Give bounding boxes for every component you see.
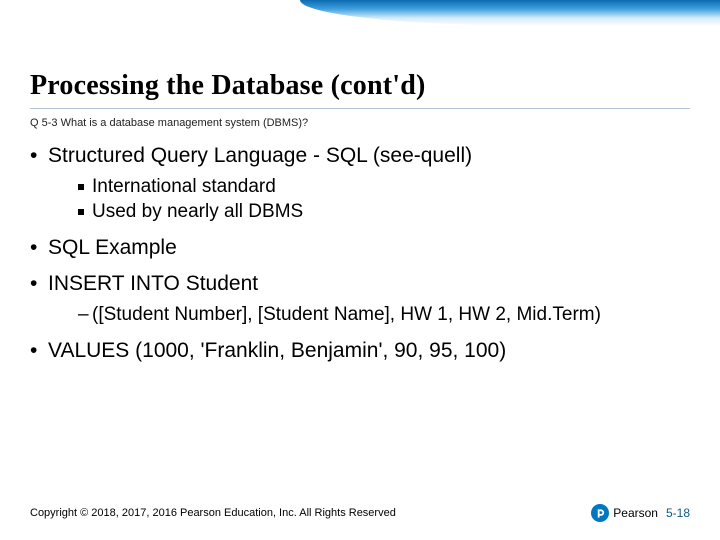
page-number: 5-18 bbox=[666, 506, 690, 520]
copyright-text: Copyright © 2018, 2017, 2016 Pearson Edu… bbox=[30, 507, 396, 519]
slide-footer: Copyright © 2018, 2017, 2016 Pearson Edu… bbox=[30, 504, 690, 522]
bullet-2: SQL Example bbox=[30, 235, 690, 261]
slide-body: Processing the Database (cont'd) Q 5-3 W… bbox=[30, 70, 690, 374]
slide-subtitle: Q 5-3 What is a database management syst… bbox=[30, 117, 690, 129]
bullet-1-text: Structured Query Language - SQL (see-que… bbox=[48, 144, 472, 167]
decorative-header-band bbox=[0, 0, 720, 30]
bullet-4: VALUES (1000, 'Franklin, Benjamin', 90, … bbox=[30, 338, 690, 364]
bullet-1-sub-2: Used by nearly all DBMS bbox=[78, 200, 690, 225]
footer-right: Pearson 5-18 bbox=[591, 504, 690, 522]
slide-title: Processing the Database (cont'd) bbox=[30, 70, 690, 109]
pearson-logo-icon bbox=[591, 504, 609, 522]
bullet-3-text: INSERT INTO Student bbox=[48, 272, 258, 295]
bullet-1-sub-1: International standard bbox=[78, 175, 690, 200]
bullet-list: Structured Query Language - SQL (see-que… bbox=[30, 143, 690, 364]
bullet-3: INSERT INTO Student ([Student Number], [… bbox=[30, 271, 690, 328]
pearson-logo: Pearson bbox=[591, 504, 658, 522]
bullet-1: Structured Query Language - SQL (see-que… bbox=[30, 143, 690, 225]
bullet-3-sub-1: ([Student Number], [Student Name], HW 1,… bbox=[78, 303, 690, 328]
bullet-3-sublist: ([Student Number], [Student Name], HW 1,… bbox=[78, 303, 690, 328]
pearson-logo-text: Pearson bbox=[613, 506, 658, 520]
bullet-1-sublist: International standard Used by nearly al… bbox=[78, 175, 690, 224]
